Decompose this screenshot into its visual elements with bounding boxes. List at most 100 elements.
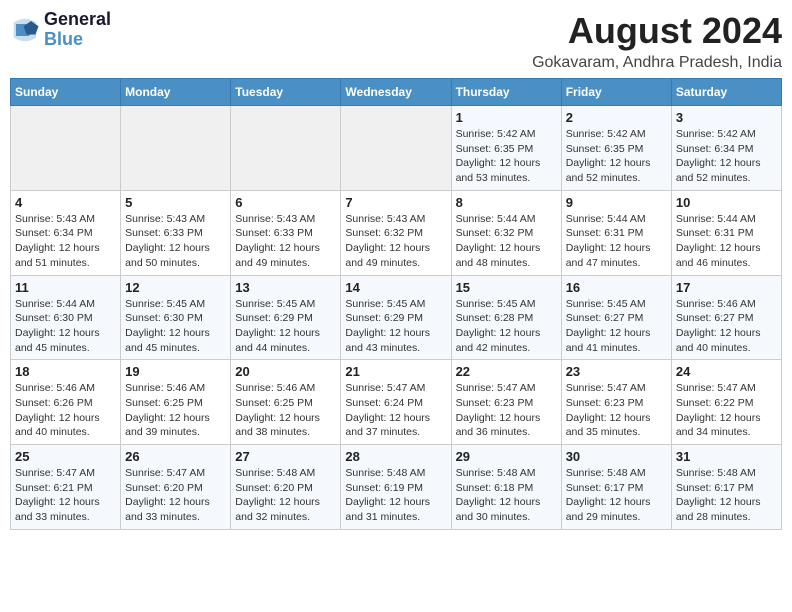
calendar-cell: 20 Sunrise: 5:46 AM Sunset: 6:25 PM Dayli…	[231, 360, 341, 445]
header-sunday: Sunday	[11, 79, 121, 106]
day-info: Sunrise: 5:48 AM Sunset: 6:18 PM Dayligh…	[456, 466, 557, 525]
day-number: 3	[676, 110, 777, 125]
month-title: August 2024	[532, 10, 782, 52]
day-info: Sunrise: 5:46 AM Sunset: 6:25 PM Dayligh…	[125, 381, 226, 440]
calendar-week-3: 11 Sunrise: 5:44 AM Sunset: 6:30 PM Dayli…	[11, 275, 782, 360]
day-number: 11	[15, 280, 116, 295]
calendar-cell: 2Sunrise: 5:42 AM Sunset: 6:35 PM Daylig…	[561, 106, 671, 191]
day-info: Sunrise: 5:46 AM Sunset: 6:25 PM Dayligh…	[235, 381, 336, 440]
calendar-table: Sunday Monday Tuesday Wednesday Thursday…	[10, 78, 782, 530]
logo-line2: Blue	[44, 30, 111, 50]
day-number: 29	[456, 449, 557, 464]
day-info: Sunrise: 5:45 AM Sunset: 6:30 PM Dayligh…	[125, 297, 226, 356]
day-number: 21	[345, 364, 446, 379]
calendar-cell: 16 Sunrise: 5:45 AM Sunset: 6:27 PM Dayli…	[561, 275, 671, 360]
day-number: 23	[566, 364, 667, 379]
day-number: 8	[456, 195, 557, 210]
calendar-cell: 14 Sunrise: 5:45 AM Sunset: 6:29 PM Dayli…	[341, 275, 451, 360]
day-number: 7	[345, 195, 446, 210]
calendar-cell: 29 Sunrise: 5:48 AM Sunset: 6:18 PM Dayli…	[451, 445, 561, 530]
day-number: 17	[676, 280, 777, 295]
day-number: 10	[676, 195, 777, 210]
day-number: 1	[456, 110, 557, 125]
calendar-cell: 5 Sunrise: 5:43 AM Sunset: 6:33 PM Daylig…	[121, 190, 231, 275]
day-info: Sunrise: 5:47 AM Sunset: 6:23 PM Dayligh…	[566, 381, 667, 440]
day-info: Sunrise: 5:47 AM Sunset: 6:20 PM Dayligh…	[125, 466, 226, 525]
calendar-week-4: 18 Sunrise: 5:46 AM Sunset: 6:26 PM Dayli…	[11, 360, 782, 445]
calendar-cell: 23 Sunrise: 5:47 AM Sunset: 6:23 PM Dayli…	[561, 360, 671, 445]
header-friday: Friday	[561, 79, 671, 106]
day-info: Sunrise: 5:43 AM Sunset: 6:33 PM Dayligh…	[125, 212, 226, 271]
day-number: 18	[15, 364, 116, 379]
location: Gokavaram, Andhra Pradesh, India	[532, 54, 782, 72]
day-number: 28	[345, 449, 446, 464]
calendar-week-5: 25 Sunrise: 5:47 AM Sunset: 6:21 PM Dayli…	[11, 445, 782, 530]
logo-line1: General	[44, 10, 111, 30]
calendar-cell: 31Sunrise: 5:48 AM Sunset: 6:17 PM Dayli…	[671, 445, 781, 530]
day-info: Sunrise: 5:45 AM Sunset: 6:28 PM Dayligh…	[456, 297, 557, 356]
calendar-cell: 28 Sunrise: 5:48 AM Sunset: 6:19 PM Dayli…	[341, 445, 451, 530]
logo-text: General Blue	[44, 10, 111, 50]
day-number: 16	[566, 280, 667, 295]
day-number: 9	[566, 195, 667, 210]
calendar-cell: 3 Sunrise: 5:42 AM Sunset: 6:34 PM Daylig…	[671, 106, 781, 191]
day-number: 12	[125, 280, 226, 295]
page-header: General Blue August 2024 Gokavaram, Andh…	[10, 10, 782, 72]
day-number: 14	[345, 280, 446, 295]
day-info: Sunrise: 5:43 AM Sunset: 6:33 PM Dayligh…	[235, 212, 336, 271]
calendar-cell: 24 Sunrise: 5:47 AM Sunset: 6:22 PM Dayli…	[671, 360, 781, 445]
day-info: Sunrise: 5:44 AM Sunset: 6:31 PM Dayligh…	[566, 212, 667, 271]
day-info: Sunrise: 5:47 AM Sunset: 6:24 PM Dayligh…	[345, 381, 446, 440]
calendar-cell: 11 Sunrise: 5:44 AM Sunset: 6:30 PM Dayli…	[11, 275, 121, 360]
header-monday: Monday	[121, 79, 231, 106]
calendar-cell	[341, 106, 451, 191]
header-thursday: Thursday	[451, 79, 561, 106]
day-info: Sunrise: 5:47 AM Sunset: 6:22 PM Dayligh…	[676, 381, 777, 440]
calendar-cell: 6 Sunrise: 5:43 AM Sunset: 6:33 PM Daylig…	[231, 190, 341, 275]
day-info: Sunrise: 5:46 AM Sunset: 6:27 PM Dayligh…	[676, 297, 777, 356]
calendar-cell: 1Sunrise: 5:42 AM Sunset: 6:35 PM Daylig…	[451, 106, 561, 191]
calendar-week-2: 4 Sunrise: 5:43 AM Sunset: 6:34 PM Daylig…	[11, 190, 782, 275]
day-number: 25	[15, 449, 116, 464]
calendar-cell: 13 Sunrise: 5:45 AM Sunset: 6:29 PM Dayli…	[231, 275, 341, 360]
calendar-cell: 22Sunrise: 5:47 AM Sunset: 6:23 PM Dayli…	[451, 360, 561, 445]
day-number: 22	[456, 364, 557, 379]
calendar-cell: 9 Sunrise: 5:44 AM Sunset: 6:31 PM Daylig…	[561, 190, 671, 275]
day-info: Sunrise: 5:43 AM Sunset: 6:34 PM Dayligh…	[15, 212, 116, 271]
calendar-cell: 17 Sunrise: 5:46 AM Sunset: 6:27 PM Dayli…	[671, 275, 781, 360]
calendar-cell: 15Sunrise: 5:45 AM Sunset: 6:28 PM Dayli…	[451, 275, 561, 360]
day-number: 24	[676, 364, 777, 379]
calendar-cell	[231, 106, 341, 191]
day-info: Sunrise: 5:48 AM Sunset: 6:20 PM Dayligh…	[235, 466, 336, 525]
day-number: 31	[676, 449, 777, 464]
header-saturday: Saturday	[671, 79, 781, 106]
day-number: 26	[125, 449, 226, 464]
day-number: 5	[125, 195, 226, 210]
logo: General Blue	[10, 10, 111, 50]
calendar-cell: 7 Sunrise: 5:43 AM Sunset: 6:32 PM Daylig…	[341, 190, 451, 275]
day-number: 20	[235, 364, 336, 379]
calendar-cell	[11, 106, 121, 191]
day-info: Sunrise: 5:46 AM Sunset: 6:26 PM Dayligh…	[15, 381, 116, 440]
calendar-cell: 21 Sunrise: 5:47 AM Sunset: 6:24 PM Dayli…	[341, 360, 451, 445]
day-number: 27	[235, 449, 336, 464]
day-info: Sunrise: 5:47 AM Sunset: 6:21 PM Dayligh…	[15, 466, 116, 525]
day-number: 30	[566, 449, 667, 464]
calendar-cell	[121, 106, 231, 191]
day-number: 6	[235, 195, 336, 210]
calendar-cell: 18 Sunrise: 5:46 AM Sunset: 6:26 PM Dayli…	[11, 360, 121, 445]
day-info: Sunrise: 5:43 AM Sunset: 6:32 PM Dayligh…	[345, 212, 446, 271]
day-info: Sunrise: 5:44 AM Sunset: 6:30 PM Dayligh…	[15, 297, 116, 356]
day-number: 13	[235, 280, 336, 295]
calendar-week-1: 1Sunrise: 5:42 AM Sunset: 6:35 PM Daylig…	[11, 106, 782, 191]
day-number: 2	[566, 110, 667, 125]
day-number: 4	[15, 195, 116, 210]
day-info: Sunrise: 5:48 AM Sunset: 6:19 PM Dayligh…	[345, 466, 446, 525]
header-tuesday: Tuesday	[231, 79, 341, 106]
title-block: August 2024 Gokavaram, Andhra Pradesh, I…	[532, 10, 782, 72]
day-info: Sunrise: 5:42 AM Sunset: 6:34 PM Dayligh…	[676, 127, 777, 186]
day-info: Sunrise: 5:45 AM Sunset: 6:29 PM Dayligh…	[345, 297, 446, 356]
day-info: Sunrise: 5:45 AM Sunset: 6:27 PM Dayligh…	[566, 297, 667, 356]
calendar-cell: 27 Sunrise: 5:48 AM Sunset: 6:20 PM Dayli…	[231, 445, 341, 530]
day-info: Sunrise: 5:45 AM Sunset: 6:29 PM Dayligh…	[235, 297, 336, 356]
